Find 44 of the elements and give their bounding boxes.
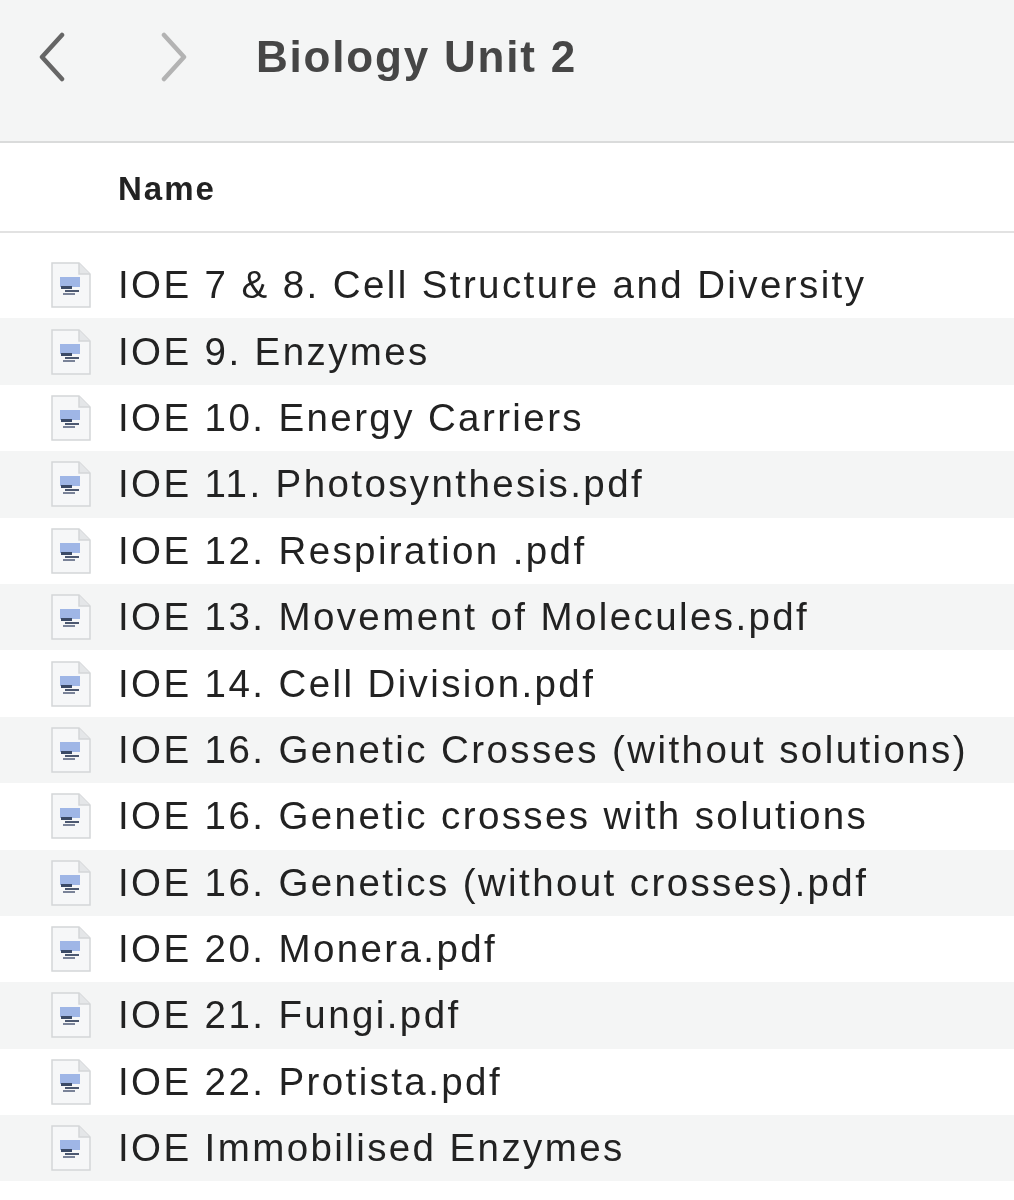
file-row[interactable]: IOE 7 & 8. Cell Structure and Diversity xyxy=(0,252,1014,319)
file-name: IOE 9. Enzymes xyxy=(118,329,430,374)
file-name: IOE 16. Genetic crosses with solutions xyxy=(118,794,869,839)
file-row[interactable]: IOE 16. Genetic crosses with solutions xyxy=(0,783,1014,850)
file-row[interactable]: IOE 16. Genetic Crosses (without solutions) xyxy=(0,716,1014,784)
document-icon xyxy=(51,594,91,641)
document-icon xyxy=(51,992,91,1039)
file-name: IOE 12. Respiration .pdf xyxy=(118,528,587,573)
document-icon xyxy=(51,394,91,441)
file-row[interactable]: IOE 11. Photosynthesis.pdf xyxy=(0,451,1014,518)
file-row[interactable]: IOE 22. Protista.pdf xyxy=(0,1048,1014,1116)
file-name: IOE 10. Energy Carriers xyxy=(118,395,584,440)
file-name: IOE 21. Fungi.pdf xyxy=(118,993,461,1038)
document-icon xyxy=(51,262,91,309)
file-row[interactable]: IOE 12. Respiration .pdf xyxy=(0,517,1014,584)
file-name: IOE Immobilised Enzymes xyxy=(118,1126,625,1171)
document-icon xyxy=(51,726,91,773)
file-name: IOE 16. Genetics (without crosses).pdf xyxy=(118,860,869,905)
file-row[interactable]: IOE 20. Monera.pdf xyxy=(0,915,1014,983)
file-row[interactable]: IOE 14. Cell Division.pdf xyxy=(0,650,1014,717)
document-icon xyxy=(51,1058,91,1105)
file-name: IOE 7 & 8. Cell Structure and Diversity xyxy=(118,263,867,308)
file-row[interactable]: IOE 13. Movement of Molecules.pdf xyxy=(0,583,1014,651)
document-icon xyxy=(51,527,91,574)
file-name: IOE 20. Monera.pdf xyxy=(118,927,498,972)
file-row[interactable]: IOE 16. Genetics (without crosses).pdf xyxy=(0,849,1014,916)
document-icon xyxy=(51,859,91,906)
file-row[interactable]: IOE 21. Fungi.pdf xyxy=(0,982,1014,1049)
document-icon xyxy=(51,660,91,707)
document-icon xyxy=(51,328,91,375)
file-name: IOE 16. Genetic Crosses (without solutions) xyxy=(118,727,968,772)
file-name: IOE 11. Photosynthesis.pdf xyxy=(118,462,645,507)
file-name: IOE 22. Protista.pdf xyxy=(118,1059,502,1104)
document-icon xyxy=(51,926,91,973)
file-row[interactable]: IOE Immobilised Enzymes xyxy=(0,1115,1014,1182)
document-icon xyxy=(51,793,91,840)
file-row[interactable]: IOE 9. Enzymes xyxy=(0,318,1014,385)
file-name: IOE 14. Cell Division.pdf xyxy=(118,661,596,706)
file-row[interactable]: IOE 10. Energy Carriers xyxy=(0,384,1014,452)
document-icon xyxy=(51,1125,91,1172)
file-name: IOE 13. Movement of Molecules.pdf xyxy=(118,595,810,640)
document-icon xyxy=(51,461,91,508)
folder-title: Biology Unit 2 xyxy=(256,31,577,82)
column-header[interactable]: Name xyxy=(118,170,216,208)
